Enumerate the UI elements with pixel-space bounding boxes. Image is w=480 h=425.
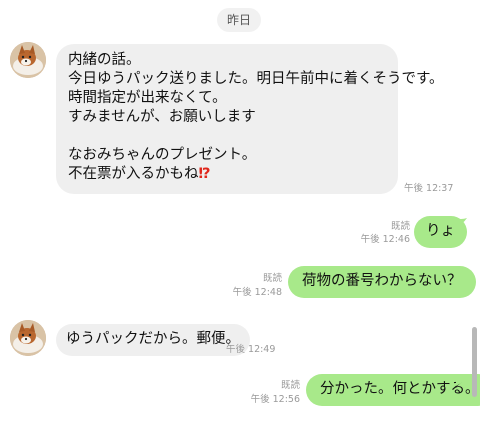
message-line: 不在票が入るかもね⁉ <box>68 165 386 184</box>
scrollbar-thumb[interactable] <box>472 327 477 397</box>
message-bubble-incoming[interactable]: ゆうパックだから。郵便。 <box>56 324 250 356</box>
bubble-tail-icon <box>456 268 468 278</box>
bubble-tail-icon <box>456 376 468 386</box>
message-line: 時間指定が出来なくて。 <box>68 90 227 106</box>
message-line: 内緒の話。 <box>68 52 141 68</box>
message-time: 午後 12:48 <box>232 287 282 298</box>
read-receipt: 既読 <box>262 273 282 284</box>
message-line: なおみちゃんのプレゼント。 <box>68 147 257 163</box>
message-line: すみませんが、お願いします <box>68 109 256 125</box>
message-line: 今日ゆうパック送りました。明日午前中に着くそうです。 <box>68 71 444 87</box>
message-time: 午後 12:56 <box>250 394 300 405</box>
message-line-text: 不在票が入るかもね <box>68 166 199 182</box>
date-separator: 昨日 <box>217 8 261 32</box>
exclamation-question-icon: ⁉ <box>198 166 211 182</box>
read-receipt: 既読 <box>390 221 410 232</box>
message-line <box>68 127 386 146</box>
message-time: 午後 12:49 <box>226 344 276 355</box>
contact-avatar[interactable] <box>10 320 46 356</box>
message-bubble-outgoing[interactable]: 分かった。何とかする。 <box>306 374 480 406</box>
message-time: 午後 12:46 <box>360 234 410 245</box>
contact-avatar[interactable] <box>10 42 46 78</box>
dog-avatar-icon <box>10 320 46 356</box>
read-receipt: 既読 <box>280 380 300 391</box>
message-bubble-incoming[interactable]: 内緒の話。 今日ゆうパック送りました。明日午前中に着くそうです。 時間指定が出来… <box>56 44 444 194</box>
dog-avatar-icon <box>10 42 46 78</box>
bubble-tail-icon <box>455 218 467 228</box>
message-time: 午後 12:37 <box>404 183 454 194</box>
message-bubble-outgoing[interactable]: 荷物の番号わからない？ <box>288 266 476 298</box>
